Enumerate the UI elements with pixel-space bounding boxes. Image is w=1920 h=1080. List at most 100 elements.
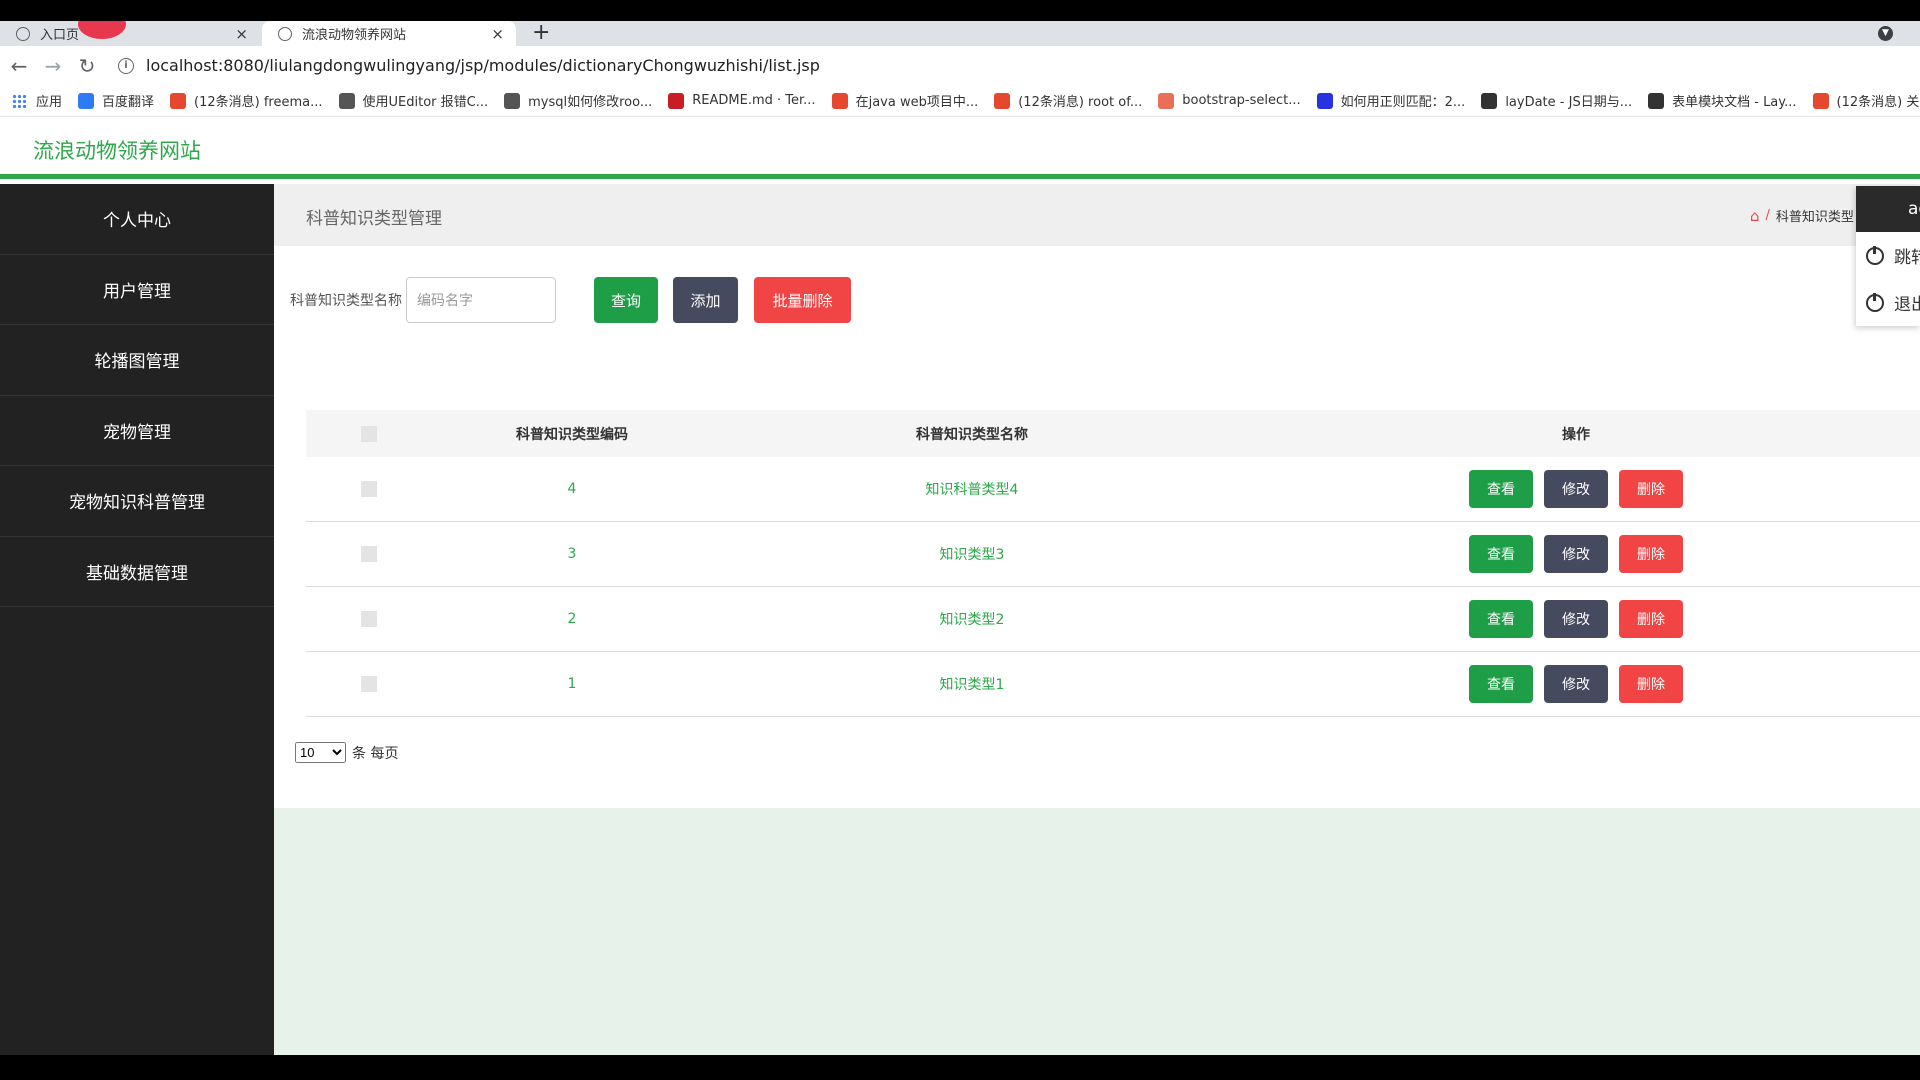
edit-button[interactable]: 修改 <box>1544 470 1608 508</box>
row-checkbox[interactable] <box>361 676 377 692</box>
sidebar-item-base-data[interactable]: 基础数据管理 <box>0 537 274 607</box>
cell-name: 知识类型2 <box>939 612 1005 628</box>
menu-item-logout[interactable]: 退出 <box>1856 279 1920 326</box>
select-all-checkbox[interactable] <box>361 425 377 442</box>
site-header: 流浪动物领养网站 <box>0 117 1920 179</box>
cell-code: 3 <box>567 546 577 562</box>
bookmark-item[interactable]: README.md · Ter... <box>668 92 816 109</box>
batch-delete-button[interactable]: 批量删除 <box>754 277 851 323</box>
user-name[interactable]: ad <box>1856 186 1920 232</box>
column-header-name: 科普知识类型名称 <box>916 426 1028 443</box>
view-button[interactable]: 查看 <box>1469 535 1533 573</box>
cell-code: 1 <box>567 676 577 692</box>
bookmark-label: (12条消息) 关于la <box>1836 95 1920 110</box>
chevron-down-icon[interactable]: ▼ <box>1878 26 1893 41</box>
delete-button[interactable]: 删除 <box>1619 600 1683 638</box>
page-size-suffix: 条 每页 <box>352 745 399 762</box>
edit-button[interactable]: 修改 <box>1544 665 1608 703</box>
tab-title: 入口页 <box>40 28 80 43</box>
bookmark-item[interactable]: layDate - JS日期与... <box>1481 91 1632 110</box>
delete-button[interactable]: 删除 <box>1619 470 1683 508</box>
user-dropdown-menu: ad 跳转 退出 <box>1856 186 1920 326</box>
row-checkbox[interactable] <box>361 611 377 627</box>
home-icon[interactable]: ⌂ <box>1750 207 1760 225</box>
search-input[interactable] <box>406 277 556 323</box>
cell-code: 4 <box>567 481 577 497</box>
power-icon <box>1866 292 1884 312</box>
tab-title: 流浪动物领养网站 <box>302 28 407 43</box>
data-table: 科普知识类型编码 科普知识类型名称 操作 4 知识科普类型4 查看 修改 删除 3 知识类型… <box>306 410 1920 717</box>
bookmark-item[interactable]: (12条消息) root of... <box>994 91 1142 110</box>
search-label: 科普知识类型名称 <box>290 293 402 309</box>
csdn-icon <box>170 92 187 109</box>
edit-button[interactable]: 修改 <box>1544 600 1608 638</box>
row-checkbox[interactable] <box>361 481 377 497</box>
close-icon[interactable]: × <box>491 25 504 43</box>
url-text: localhost:8080/liulangdongwulingyang/jsp… <box>146 56 820 75</box>
sidebar-item-pet-knowledge[interactable]: 宠物知识科普管理 <box>0 466 274 537</box>
page-size-select[interactable]: 10 <box>295 742 346 763</box>
bookmark-item[interactable]: 使用UEditor 报错C... <box>338 91 489 110</box>
bookmark-label: 使用UEditor 报错C... <box>362 95 489 110</box>
sidebar-item-label: 用户管理 <box>103 281 171 302</box>
info-icon[interactable]: i <box>118 57 134 74</box>
reload-icon[interactable]: ↻ <box>70 54 104 78</box>
pagination: 10 条 每页 <box>295 742 398 763</box>
table-header: 科普知识类型编码 科普知识类型名称 操作 <box>306 410 1920 457</box>
menu-item-label: 退出 <box>1894 295 1920 315</box>
csdn-icon <box>831 92 848 109</box>
bookmark-item[interactable]: 百度翻译 <box>78 91 154 110</box>
menu-item-jump[interactable]: 跳转 <box>1856 232 1920 279</box>
cell-name: 知识类型3 <box>939 547 1005 563</box>
mysql-icon <box>504 92 521 109</box>
search-form: 科普知识类型名称 查询 添加 批量删除 <box>290 277 851 323</box>
view-button[interactable]: 查看 <box>1469 600 1533 638</box>
sidebar-item-label: 轮播图管理 <box>94 352 180 373</box>
bookmark-label: (12条消息) root of... <box>1018 95 1143 110</box>
query-button[interactable]: 查询 <box>594 277 658 323</box>
page-title: 科普知识类型管理 <box>306 209 442 229</box>
bookmark-item[interactable]: (12条消息) 关于la <box>1812 91 1920 110</box>
close-icon[interactable]: × <box>235 25 248 43</box>
forward-arrow-icon[interactable]: → <box>36 54 70 78</box>
tab-entry-page[interactable]: 入口页 × <box>0 21 260 46</box>
address-bar: ← → ↻ i localhost:8080/liulangdongwuling… <box>0 46 1920 85</box>
sidebar-item-personal-center[interactable]: 个人中心 <box>0 184 274 255</box>
view-button[interactable]: 查看 <box>1469 470 1533 508</box>
view-button[interactable]: 查看 <box>1469 665 1533 703</box>
edit-button[interactable]: 修改 <box>1544 535 1608 573</box>
cell-name: 知识类型1 <box>939 677 1005 693</box>
sidebar-item-pets[interactable]: 宠物管理 <box>0 396 274 466</box>
bookmark-item[interactable]: 在java web项目中... <box>831 91 978 110</box>
csdn-icon <box>1812 92 1829 109</box>
delete-button[interactable]: 删除 <box>1619 665 1683 703</box>
breadcrumb-bar: 科普知识类型管理 ⌂ / 科普知识类型 <box>274 184 1920 246</box>
bookmark-item[interactable]: 如何用正则匹配：2... <box>1316 91 1465 110</box>
gitee-icon <box>668 92 685 109</box>
table-row: 1 知识类型1 查看 修改 删除 <box>306 652 1920 717</box>
csdn-icon <box>994 92 1011 109</box>
table-row: 2 知识类型2 查看 修改 删除 <box>306 587 1920 652</box>
sidebar-item-carousel[interactable]: 轮播图管理 <box>0 325 274 396</box>
row-checkbox[interactable] <box>361 546 377 562</box>
layui-icon <box>1648 92 1665 109</box>
sidebar: 个人中心 用户管理 轮播图管理 宠物管理 宠物知识科普管理 基础数据管理 <box>0 184 274 1055</box>
delete-button[interactable]: 删除 <box>1619 535 1683 573</box>
back-arrow-icon[interactable]: ← <box>2 54 36 78</box>
cell-name: 知识科普类型4 <box>925 482 1019 498</box>
bookmark-label: layDate - JS日期与... <box>1505 95 1633 110</box>
breadcrumb-separator: / <box>1765 208 1770 223</box>
bookmark-item[interactable]: 应用 <box>12 91 62 110</box>
bookmark-item[interactable]: mysql如何修改roo... <box>504 91 652 110</box>
url-field[interactable]: i localhost:8080/liulangdongwulingyang/j… <box>118 56 820 75</box>
site-title[interactable]: 流浪动物领养网站 <box>33 135 201 165</box>
add-button[interactable]: 添加 <box>673 277 738 323</box>
table-row: 3 知识类型3 查看 修改 删除 <box>306 522 1920 587</box>
bookmark-item[interactable]: (12条消息) freema... <box>170 91 323 110</box>
new-tab-button[interactable]: + <box>532 21 550 46</box>
bookmark-item[interactable]: bootstrap-select... <box>1158 92 1301 109</box>
jianshu-icon <box>1158 92 1175 109</box>
tab-current-site[interactable]: 流浪动物领养网站 × <box>262 21 516 46</box>
sidebar-item-users[interactable]: 用户管理 <box>0 255 274 325</box>
bookmark-item[interactable]: 表单模块文档 - Lay... <box>1648 91 1797 110</box>
